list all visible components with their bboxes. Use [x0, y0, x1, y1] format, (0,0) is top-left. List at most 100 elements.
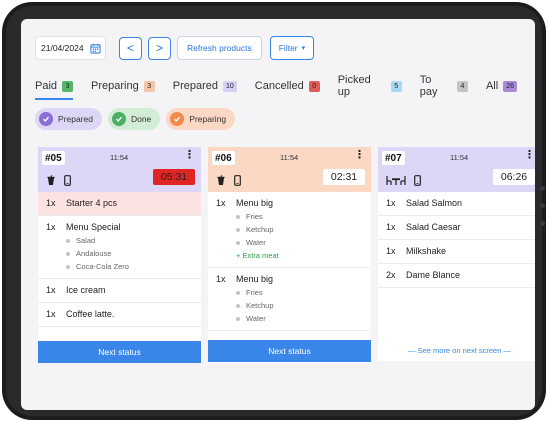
- check-circle-icon: [39, 112, 53, 126]
- order-card-header: #07 11:54 ⋮ 06:26: [378, 147, 535, 192]
- status-chip-prepared[interactable]: Prepared: [35, 108, 102, 130]
- bullet-icon: [236, 303, 240, 308]
- camera-dot: [540, 186, 545, 191]
- mobile-order-icon: [234, 173, 241, 191]
- order-card: #07 11:54 ⋮ 06:26 1x Salad Salmon 1x Salad Caes…: [378, 147, 535, 361]
- order-card-header: #06 11:54 ⋮ 02:31: [208, 147, 371, 192]
- order-item-row[interactable]: 1x Menu big Fries Ketchup Water: [208, 268, 371, 331]
- next-status-button[interactable]: Next status: [208, 340, 371, 362]
- order-timer: 06:26: [493, 169, 535, 185]
- see-more-link[interactable]: — See more on next screen —: [378, 346, 535, 355]
- more-options-icon[interactable]: ⋮: [524, 150, 535, 161]
- check-circle-icon: [111, 112, 126, 126]
- item-body: Salad Caesar: [406, 222, 461, 232]
- tab-label: Picked up: [337, 74, 371, 98]
- tab-label: Preparing: [91, 80, 139, 92]
- item-option-label: Water: [246, 238, 266, 247]
- tab-count-badge: 10: [223, 80, 237, 92]
- item-name: Ice cream: [66, 285, 106, 295]
- app-screen: 21/04/2024 < > Refresh products Filter ▾…: [21, 19, 535, 410]
- order-item-row[interactable]: 2x Dame Blance: [378, 264, 535, 288]
- tab-to-pay[interactable]: To pay 4: [419, 74, 468, 98]
- item-name: Milkshake: [406, 246, 447, 256]
- item-option-label: Coca-Cola Zero: [76, 262, 129, 271]
- next-status-button[interactable]: Next status: [38, 341, 201, 363]
- order-item-row[interactable]: 1x Coffee latte.: [38, 303, 201, 327]
- bullet-icon: [66, 238, 70, 243]
- order-item-row[interactable]: 1x Ice cream: [38, 279, 201, 303]
- bullet-icon: [66, 264, 70, 269]
- refresh-products-button[interactable]: Refresh products: [177, 36, 262, 60]
- order-time: 11:54: [280, 153, 299, 162]
- item-quantity: 1x: [46, 222, 56, 232]
- takeaway-cup-icon: [46, 173, 56, 191]
- order-item-row[interactable]: 1x Salad Caesar: [378, 216, 535, 240]
- item-quantity: 1x: [46, 285, 56, 295]
- dine-in-icon: [386, 173, 406, 191]
- item-option-label: Salad: [76, 236, 96, 245]
- item-quantity: 1x: [216, 198, 226, 208]
- tab-cancelled[interactable]: Cancelled 0: [255, 76, 320, 96]
- tab-count-badge: 4: [456, 80, 468, 92]
- item-option-label: Fries: [246, 288, 263, 297]
- item-body: Menu big Fries Ketchup Water: [236, 274, 274, 323]
- item-options: Fries Ketchup Water: [236, 288, 274, 323]
- item-name: Menu big: [236, 274, 274, 284]
- filter-button[interactable]: Filter ▾: [269, 36, 315, 60]
- takeaway-cup-icon: [216, 173, 226, 191]
- filter-label: Filter: [278, 43, 298, 53]
- next-day-button[interactable]: >: [148, 36, 171, 60]
- item-body: Salad Salmon: [406, 198, 462, 208]
- item-quantity: 1x: [386, 222, 396, 232]
- tab-prepared[interactable]: Prepared 10: [173, 76, 237, 96]
- status-chip-preparing[interactable]: Preparing: [166, 108, 236, 130]
- order-timer: 02:31: [323, 169, 365, 185]
- date-picker[interactable]: 21/04/2024: [35, 36, 106, 60]
- more-options-icon[interactable]: ⋮: [354, 150, 365, 161]
- tab-label: Prepared: [172, 80, 218, 92]
- order-timer: 05:31: [153, 169, 195, 185]
- order-number: #06: [212, 151, 235, 165]
- tab-all[interactable]: All 26: [486, 76, 517, 96]
- more-options-icon[interactable]: ⋮: [184, 150, 195, 161]
- item-body: Menu Special Salad Andalouse Coca-Cola Zero: [66, 222, 129, 271]
- tablet-frame: 21/04/2024 < > Refresh products Filter ▾…: [2, 2, 546, 420]
- chip-label: Prepared: [58, 114, 93, 124]
- order-item-row[interactable]: 1x Milkshake: [378, 240, 535, 264]
- item-option: Ketchup: [236, 225, 279, 234]
- item-name: Salad Salmon: [406, 198, 463, 208]
- check-circle-icon: [170, 112, 185, 126]
- calendar-icon: [90, 43, 101, 54]
- order-item-row[interactable]: 1x Menu big Fries Ketchup Water + Extra meat: [208, 192, 371, 268]
- item-option-label: Andalouse: [76, 249, 112, 258]
- item-name: Dame Blance: [406, 270, 461, 280]
- item-name: Menu big: [236, 198, 274, 208]
- order-item-row[interactable]: 1x Salad Salmon: [378, 192, 535, 216]
- tab-paid[interactable]: Paid 3: [35, 76, 74, 100]
- mobile-order-icon: [414, 173, 421, 191]
- status-chip-done[interactable]: Done: [107, 108, 161, 130]
- order-item-row[interactable]: 1x Starter 4 pcs: [38, 192, 201, 216]
- item-body: Dame Blance: [406, 270, 460, 280]
- tab-label: Paid: [35, 80, 58, 92]
- previous-day-button[interactable]: <: [119, 36, 142, 60]
- item-quantity: 1x: [386, 198, 396, 208]
- tab-picked-up[interactable]: Picked up 5: [337, 74, 402, 98]
- tab-label: All: [485, 80, 499, 92]
- item-option-label: Ketchup: [246, 301, 274, 310]
- status-legend: Prepared Done Preparing: [35, 108, 236, 130]
- order-time: 11:54: [110, 153, 129, 162]
- tab-label: To pay: [419, 74, 438, 98]
- status-tabs: Paid 3 Preparing 3 Prepared 10 Cancelled 0 Picke…: [35, 74, 535, 100]
- bullet-icon: [236, 316, 240, 321]
- item-body: Ice cream: [66, 285, 106, 295]
- bullet-icon: [236, 214, 240, 219]
- order-item-row[interactable]: 1x Menu Special Salad Andalouse Coca-Cola Ze…: [38, 216, 201, 279]
- tab-preparing[interactable]: Preparing 3: [91, 76, 155, 96]
- date-value: 21/04/2024: [41, 43, 84, 53]
- item-option: Fries: [236, 288, 274, 297]
- order-number: #07: [382, 151, 405, 165]
- item-name: Salad Caesar: [406, 222, 461, 232]
- tab-count-badge: 5: [390, 80, 402, 92]
- order-card: #06 11:54 ⋮ 02:31 1x Menu big Fries Ketchup Wate…: [208, 147, 371, 363]
